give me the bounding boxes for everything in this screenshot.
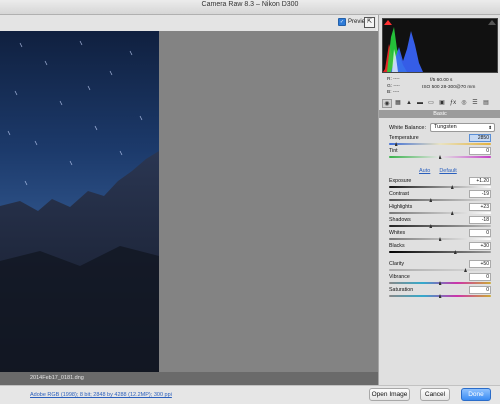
split-toning-tab-icon[interactable]: ▭ <box>426 99 436 108</box>
adjustment-panel: R: ---- G: ---- B: ---- f/5 60.00 s ISO … <box>378 15 500 385</box>
white-balance-label: White Balance: <box>389 124 426 131</box>
slider-label: Blacks <box>389 243 405 249</box>
top-toolbar: ✓ Preview ⇱ <box>0 15 376 32</box>
iso-lens: ISO 500 28-300@70 mm <box>422 85 476 90</box>
highlight-clipping-icon[interactable] <box>488 20 496 25</box>
slider-label: Whites <box>389 230 406 236</box>
auto-link[interactable]: Auto <box>419 168 430 174</box>
basic-tab-icon[interactable]: ◉ <box>382 99 392 108</box>
exposure-readout: f/5 60.00 s ISO 500 28-300@70 mm <box>422 77 475 91</box>
slider-label: Exposure <box>389 178 412 184</box>
camera-calibration-tab-icon[interactable]: ◎ <box>459 99 469 108</box>
slider-value-field[interactable]: -19 <box>469 190 491 198</box>
slider-track[interactable] <box>389 143 491 145</box>
slider-value-field[interactable]: +1.20 <box>469 177 491 185</box>
fullscreen-icon[interactable]: ⇱ <box>364 17 375 28</box>
rgb-readout: R: ---- G: ---- B: ---- <box>387 77 400 97</box>
done-button[interactable]: Done <box>461 388 491 401</box>
slider-track[interactable] <box>389 225 491 227</box>
tone-curve-tab-icon[interactable]: ▦ <box>393 99 403 108</box>
g-value: ---- <box>393 83 400 89</box>
slider-label: Highlights <box>389 204 413 210</box>
white-balance-select[interactable]: Tungsten ⬍ <box>430 123 495 132</box>
photo-preview <box>0 31 159 372</box>
slider-label: Vibrance <box>389 274 410 280</box>
slider-row-tint: Tint 0 <box>389 147 491 162</box>
lens-corrections-tab-icon[interactable]: ▣ <box>437 99 447 108</box>
open-image-button[interactable]: Open Image <box>369 388 410 401</box>
bottom-bar: Adobe RGB (1998); 8 bit; 2848 by 4288 (1… <box>0 385 500 404</box>
histogram-graph <box>383 27 423 72</box>
workflow-options-link[interactable]: Adobe RGB (1998); 8 bit; 2848 by 4288 (1… <box>30 392 172 398</box>
slider-label: Clarity <box>389 261 405 267</box>
filename-bar: 2014Feb17_0181.dng <box>0 372 378 385</box>
image-preview-area[interactable] <box>0 31 378 372</box>
detail-tab-icon[interactable]: ▲ <box>404 99 414 108</box>
effects-tab-icon[interactable]: ƒx <box>448 99 458 108</box>
slider-track[interactable] <box>389 269 491 271</box>
histogram <box>382 18 498 73</box>
preview-checkbox[interactable]: ✓ <box>338 18 346 26</box>
g-label: G: <box>387 83 393 89</box>
slider-track[interactable] <box>389 186 491 188</box>
title-bar: Camera Raw 8.3 – Nikon D300 <box>0 0 500 15</box>
filename-label: 2014Feb17_0181.dng <box>30 375 84 381</box>
b-label: B: <box>387 90 392 95</box>
slider-value-field[interactable]: 0 <box>469 286 491 294</box>
slider-label: Shadows <box>389 217 411 223</box>
default-link[interactable]: Default <box>439 168 456 174</box>
chevron-down-icon: ⬍ <box>488 125 492 130</box>
slider-track[interactable] <box>389 199 491 201</box>
slider-value-field[interactable]: -18 <box>469 216 491 224</box>
night-sky-image <box>0 40 159 372</box>
hsl-tab-icon[interactable]: ▬ <box>415 99 425 108</box>
r-label: R: <box>387 77 392 82</box>
white-balance-row: White Balance: Tungsten ⬍ <box>389 123 495 132</box>
snapshots-tab-icon[interactable]: ▤ <box>481 99 491 108</box>
slider-row-blacks: Blacks +30 <box>389 242 491 257</box>
section-header: Basic <box>379 110 500 118</box>
aperture-shutter: f/5 60.00 s <box>430 78 453 83</box>
presets-tab-icon[interactable]: ☰ <box>470 99 480 108</box>
slider-label: Contrast <box>389 191 410 197</box>
slider-value-field[interactable]: 2850 <box>469 134 491 142</box>
white-balance-value: Tungsten <box>434 124 457 130</box>
b-value: ---- <box>392 90 400 95</box>
slider-label: Tint <box>389 148 398 154</box>
slider-value-field[interactable]: +50 <box>469 260 491 268</box>
slider-value-field[interactable]: +23 <box>469 203 491 211</box>
slider-row-saturation: Saturation 0 <box>389 286 491 301</box>
slider-label: Saturation <box>389 287 414 293</box>
slider-value-field[interactable]: 0 <box>469 229 491 237</box>
shadow-clipping-icon[interactable] <box>384 20 392 25</box>
camera-info: R: ---- G: ---- B: ---- f/5 60.00 s ISO … <box>382 73 496 97</box>
panel-tabs: ◉ ▦ ▲ ▬ ▭ ▣ ƒx ◎ ☰ ▤ <box>382 99 496 109</box>
slider-value-field[interactable]: 0 <box>469 273 491 281</box>
r-value: ---- <box>393 77 400 82</box>
slider-value-field[interactable]: 0 <box>469 147 491 155</box>
slider-label: Temperature <box>389 135 419 141</box>
slider-value-field[interactable]: +30 <box>469 242 491 250</box>
cancel-button[interactable]: Cancel <box>420 388 450 401</box>
window-title: Camera Raw 8.3 – Nikon D300 <box>201 1 299 8</box>
slider-track[interactable] <box>389 251 491 253</box>
auto-default-row: Auto Default <box>419 168 457 174</box>
slider-track[interactable] <box>389 212 491 214</box>
